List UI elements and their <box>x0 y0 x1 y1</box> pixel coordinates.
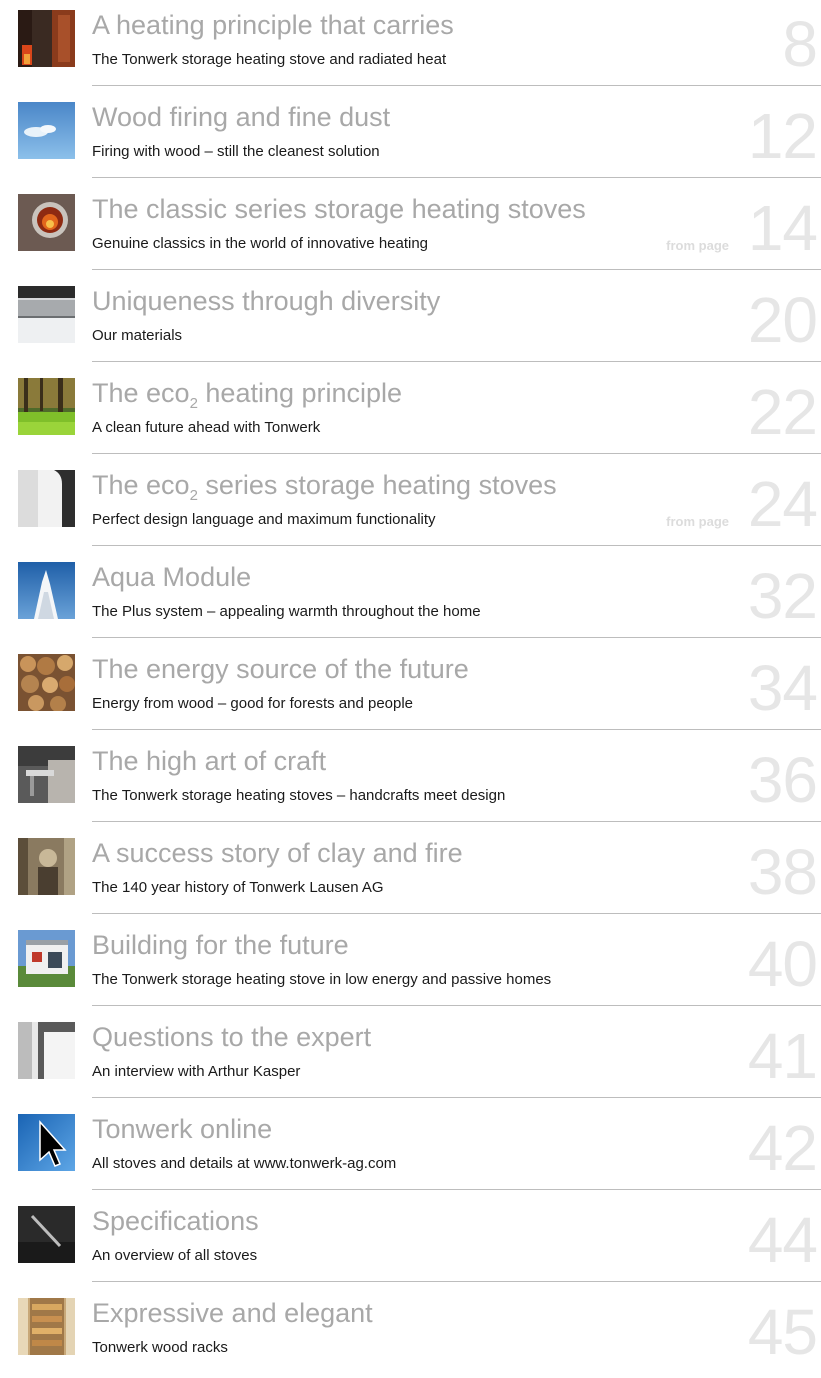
from-page-label: from page <box>666 238 729 253</box>
entry-title: The eco2 heating principle <box>92 378 403 412</box>
entry-subtitle: The 140 year history of Tonwerk Lausen A… <box>92 879 384 896</box>
page-number: 41 <box>747 1020 818 1092</box>
toc-entry[interactable]: The classic series storage heating stove… <box>0 184 821 274</box>
sky-thumbnail <box>18 102 75 159</box>
entry-subtitle: The Tonwerk storage heating stoves – han… <box>92 787 506 804</box>
divider <box>92 453 821 454</box>
toc-entry[interactable]: Expressive and elegant Tonwerk wood rack… <box>0 1288 821 1378</box>
entry-subtitle: Genuine classics in the world of innovat… <box>92 235 429 252</box>
page-number: 44 <box>747 1204 818 1276</box>
toc-entry[interactable]: A success story of clay and fire The 140… <box>0 828 821 918</box>
divider <box>92 1005 821 1006</box>
table-of-contents: A heating principle that carries The Ton… <box>0 0 821 1364</box>
entry-subtitle: An overview of all stoves <box>92 1247 258 1264</box>
entry-subtitle: The Plus system – appealing warmth throu… <box>92 603 481 620</box>
craft-thumbnail <box>18 746 75 803</box>
divider <box>92 269 821 270</box>
page-number: 8 <box>782 8 818 80</box>
page-number: 42 <box>747 1112 818 1184</box>
divider <box>92 729 821 730</box>
page-number: 20 <box>747 284 818 356</box>
toc-entry[interactable]: Uniqueness through diversity Our materia… <box>0 276 821 366</box>
page-number: 34 <box>747 652 818 724</box>
page-number: 38 <box>747 836 818 908</box>
cursor-thumbnail <box>18 1114 75 1171</box>
page-number: 14 <box>747 192 818 264</box>
entry-title: Wood firing and fine dust <box>92 102 391 132</box>
entry-subtitle: Firing with wood – still the cleanest so… <box>92 143 380 160</box>
entry-subtitle: The Tonwerk storage heating stove in low… <box>92 971 552 988</box>
toc-entry[interactable]: Questions to the expert An interview wit… <box>0 1012 821 1102</box>
entry-title: The high art of craft <box>92 746 327 776</box>
page-number: 45 <box>747 1296 818 1368</box>
entry-title: A success story of clay and fire <box>92 838 463 868</box>
toc-entry[interactable]: The energy source of the future Energy f… <box>0 644 821 734</box>
divider <box>92 1189 821 1190</box>
entry-title: Tonwerk online <box>92 1114 273 1144</box>
expert-thumbnail <box>18 1022 75 1079</box>
divider <box>92 821 821 822</box>
page-number: 24 <box>747 468 818 540</box>
stove-corner-thumbnail <box>18 470 75 527</box>
divider <box>92 361 821 362</box>
divider <box>92 177 821 178</box>
page-number: 12 <box>747 100 818 172</box>
from-page-label: from page <box>666 514 729 529</box>
page-number: 22 <box>747 376 818 448</box>
entry-subtitle: Perfect design language and maximum func… <box>92 511 436 528</box>
toc-entry[interactable]: The eco2 heating principle A clean futur… <box>0 368 821 458</box>
wood-rack-thumbnail <box>18 1298 75 1355</box>
page-number: 40 <box>747 928 818 1000</box>
firewood-thumbnail <box>18 654 75 711</box>
house-thumbnail <box>18 930 75 987</box>
page-number: 32 <box>747 560 818 632</box>
entry-title: Aqua Module <box>92 562 252 592</box>
fire-stove-thumbnail <box>18 10 75 67</box>
entry-title: The energy source of the future <box>92 654 469 684</box>
entry-title: Expressive and elegant <box>92 1298 373 1328</box>
divider <box>92 637 821 638</box>
entry-title: The eco2 series storage heating stoves <box>92 470 557 504</box>
entry-subtitle: An interview with Arthur Kasper <box>92 1063 301 1080</box>
toc-entry[interactable]: Wood firing and fine dust Firing with wo… <box>0 92 821 182</box>
toc-entry[interactable]: The high art of craft The Tonwerk storag… <box>0 736 821 826</box>
toc-entry[interactable]: A heating principle that carries The Ton… <box>0 0 821 90</box>
entry-subtitle: Our materials <box>92 327 183 344</box>
entry-subtitle: Energy from wood – good for forests and … <box>92 695 414 712</box>
entry-subtitle: Tonwerk wood racks <box>92 1339 228 1356</box>
divider <box>92 913 821 914</box>
entry-title: Uniqueness through diversity <box>92 286 441 316</box>
divider <box>92 1281 821 1282</box>
toc-entry[interactable]: Building for the future The Tonwerk stor… <box>0 920 821 1010</box>
entry-title: Building for the future <box>92 930 349 960</box>
entry-title: The classic series storage heating stove… <box>92 194 586 224</box>
specifications-thumbnail <box>18 1206 75 1263</box>
divider <box>92 1097 821 1098</box>
divider <box>92 85 821 86</box>
stove-window-thumbnail <box>18 194 75 251</box>
forest-thumbnail <box>18 378 75 435</box>
materials-thumbnail <box>18 286 75 343</box>
toc-entry[interactable]: Aqua Module The Plus system – appealing … <box>0 552 821 642</box>
entry-title: A heating principle that carries <box>92 10 454 40</box>
entry-subtitle: All stoves and details at www.tonwerk-ag… <box>92 1155 397 1172</box>
entry-subtitle: The Tonwerk storage heating stove and ra… <box>92 51 447 68</box>
divider <box>92 545 821 546</box>
water-splash-thumbnail <box>18 562 75 619</box>
entry-subtitle: A clean future ahead with Tonwerk <box>92 419 321 436</box>
toc-entry[interactable]: The eco2 series storage heating stoves P… <box>0 460 821 550</box>
page-number: 36 <box>747 744 818 816</box>
history-thumbnail <box>18 838 75 895</box>
entry-title: Specifications <box>92 1206 259 1236</box>
toc-entry[interactable]: Specifications An overview of all stoves… <box>0 1196 821 1286</box>
toc-entry[interactable]: Tonwerk online All stoves and details at… <box>0 1104 821 1194</box>
entry-title: Questions to the expert <box>92 1022 372 1052</box>
